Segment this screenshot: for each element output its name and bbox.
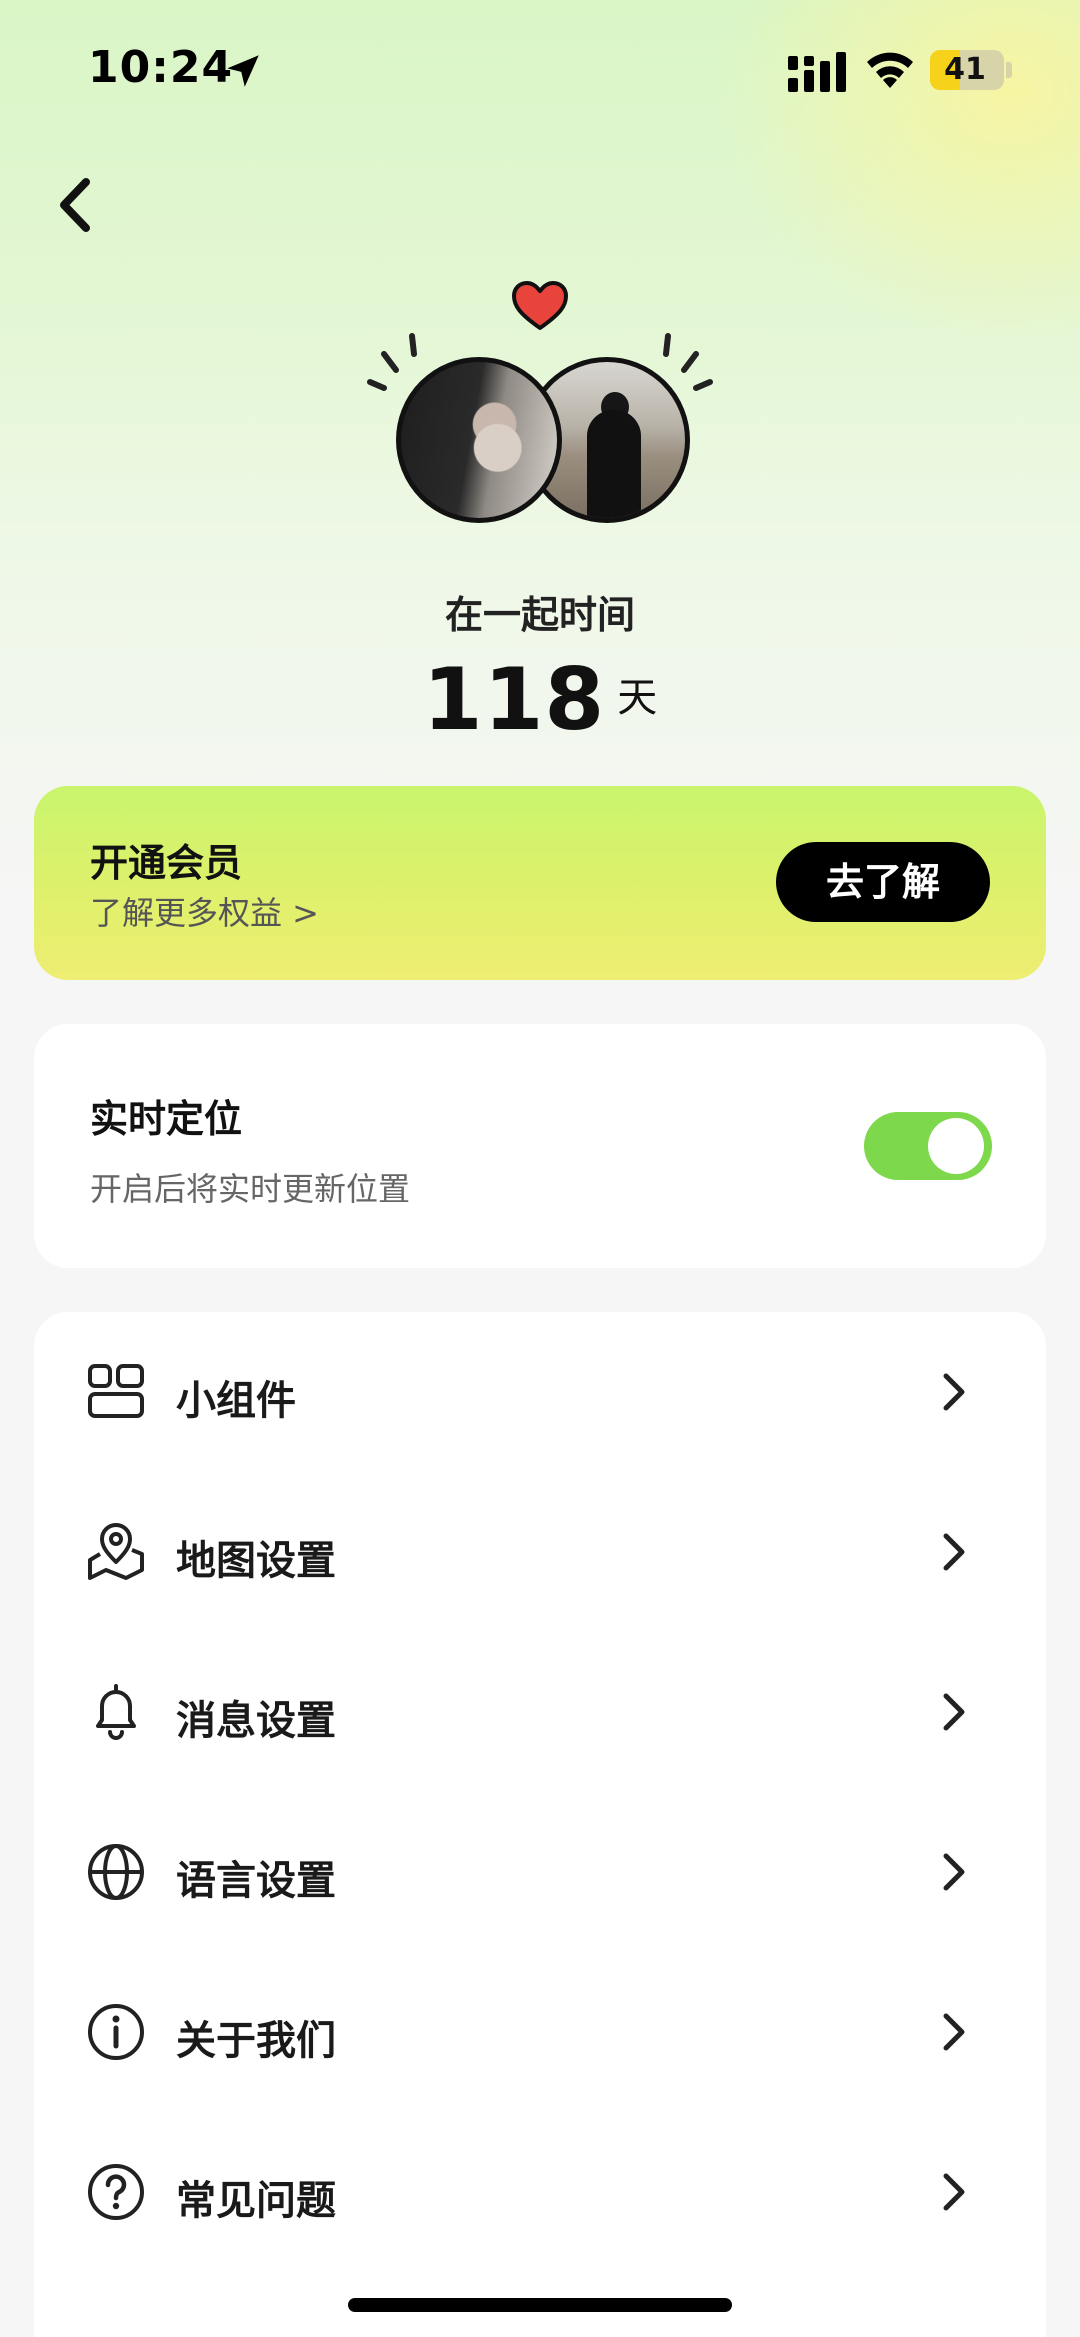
toggle-knob xyxy=(928,1118,984,1174)
menu-label-map-settings: 地图设置 xyxy=(176,1538,336,1584)
vip-membership-card[interactable]: 开通会员 了解更多权益 > 去了解 xyxy=(34,786,1046,980)
cellular-signal-icon xyxy=(788,52,846,92)
bell-icon xyxy=(96,1684,136,1740)
menu-item-about-us[interactable]: 关于我们 xyxy=(34,1952,1046,2112)
menu-item-language-settings[interactable]: 语言设置 xyxy=(34,1792,1046,1952)
chevron-right-icon xyxy=(943,2173,965,2211)
heart-icon xyxy=(512,281,568,330)
chevron-right-icon xyxy=(943,1693,965,1731)
map-icon xyxy=(88,1523,144,1580)
home-indicator[interactable] xyxy=(348,2298,732,2312)
realtime-location-title: 实时定位 xyxy=(90,1097,243,1141)
menu-label-message-settings: 消息设置 xyxy=(176,1698,336,1744)
menu-item-map-settings[interactable]: 地图设置 xyxy=(34,1472,1046,1632)
menu-item-widgets[interactable]: 小组件 xyxy=(34,1312,1046,1472)
settings-menu: 小组件 地图设置 消息设置 语言设置 关于我们 常见问题 xyxy=(34,1312,1046,2337)
days-count: 118 xyxy=(422,650,606,750)
days-unit: 天 xyxy=(617,675,658,721)
realtime-location-subtitle: 开启后将实时更新位置 xyxy=(90,1170,411,1208)
chevron-right-icon xyxy=(943,1373,965,1411)
menu-item-message-settings[interactable]: 消息设置 xyxy=(34,1632,1046,1792)
vip-subtitle[interactable]: 了解更多权益 > xyxy=(90,888,319,934)
vip-title: 开通会员 xyxy=(90,841,243,885)
question-icon xyxy=(88,2164,144,2220)
learn-more-button[interactable]: 去了解 xyxy=(776,842,990,922)
chevron-right-icon xyxy=(943,1533,965,1571)
menu-label-about-us: 关于我们 xyxy=(176,2018,336,2064)
menu-label-language-settings: 语言设置 xyxy=(176,1858,336,1904)
my-avatar[interactable] xyxy=(396,357,562,523)
menu-label-widgets: 小组件 xyxy=(176,1378,296,1424)
globe-icon xyxy=(88,1844,144,1900)
back-button[interactable] xyxy=(48,170,108,240)
together-days: 118 天 xyxy=(0,650,1080,750)
battery-percent: 41 xyxy=(944,52,986,87)
battery-icon: 41 xyxy=(930,50,1004,90)
chevron-right-icon xyxy=(943,1853,965,1891)
menu-item-faq[interactable]: 常见问题 xyxy=(34,2112,1046,2272)
together-time-label: 在一起时间 xyxy=(444,593,635,637)
partner-avatar-figure xyxy=(587,410,641,518)
wifi-icon xyxy=(867,52,913,88)
status-bar: 10:24 41 xyxy=(0,0,1080,140)
menu-label-faq: 常见问题 xyxy=(176,2178,336,2224)
chevron-right-icon xyxy=(943,2013,965,2051)
battery-tip xyxy=(1006,62,1012,78)
status-time: 10:24 xyxy=(88,42,234,93)
widget-icon xyxy=(88,1364,144,1418)
realtime-location-card: 实时定位 开启后将实时更新位置 xyxy=(34,1024,1046,1268)
location-arrow-icon xyxy=(227,55,259,87)
info-icon xyxy=(88,2004,144,2060)
realtime-location-toggle[interactable] xyxy=(864,1112,992,1180)
